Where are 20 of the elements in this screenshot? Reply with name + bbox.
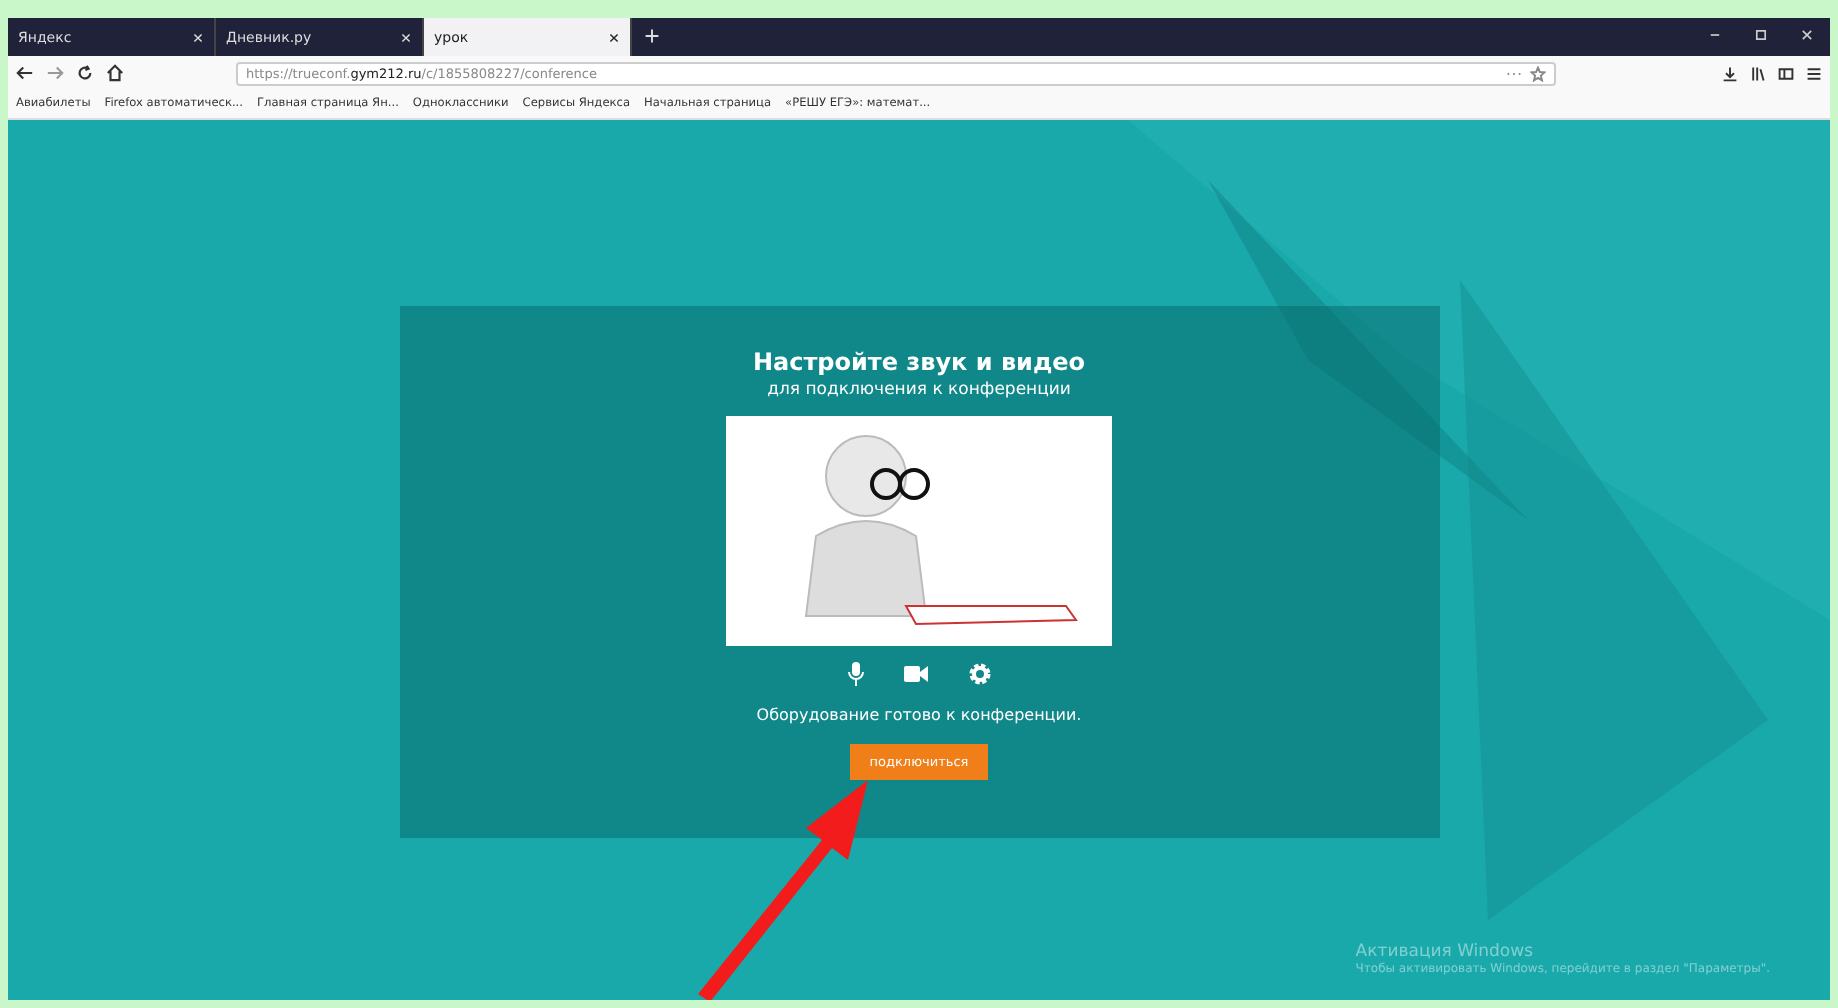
sidebar-icon[interactable] bbox=[1778, 65, 1794, 81]
star-icon[interactable] bbox=[1530, 65, 1546, 81]
menu-icon[interactable] bbox=[1806, 65, 1822, 81]
dialog-title: Настройте звук и видео bbox=[752, 348, 1086, 376]
new-tab-icon[interactable] bbox=[644, 28, 660, 44]
settings-icon[interactable] bbox=[967, 662, 991, 686]
dialog-subtitle: для подключения к конференции bbox=[767, 380, 1071, 400]
close-icon[interactable] bbox=[608, 31, 620, 43]
forward-icon[interactable] bbox=[46, 64, 64, 82]
minimize-icon[interactable] bbox=[1708, 28, 1722, 42]
activation-title: Активация Windows bbox=[1355, 942, 1536, 962]
status-text: Оборудование готово к конференции. bbox=[756, 706, 1082, 724]
restore-icon[interactable] bbox=[1754, 28, 1768, 42]
video-camera-icon[interactable] bbox=[903, 666, 927, 682]
microphone-icon[interactable] bbox=[847, 662, 863, 686]
back-icon[interactable] bbox=[16, 64, 34, 82]
home-icon[interactable] bbox=[106, 64, 124, 82]
download-icon[interactable] bbox=[1722, 65, 1738, 81]
library-icon[interactable] bbox=[1750, 65, 1766, 81]
reload-icon[interactable] bbox=[76, 64, 94, 82]
